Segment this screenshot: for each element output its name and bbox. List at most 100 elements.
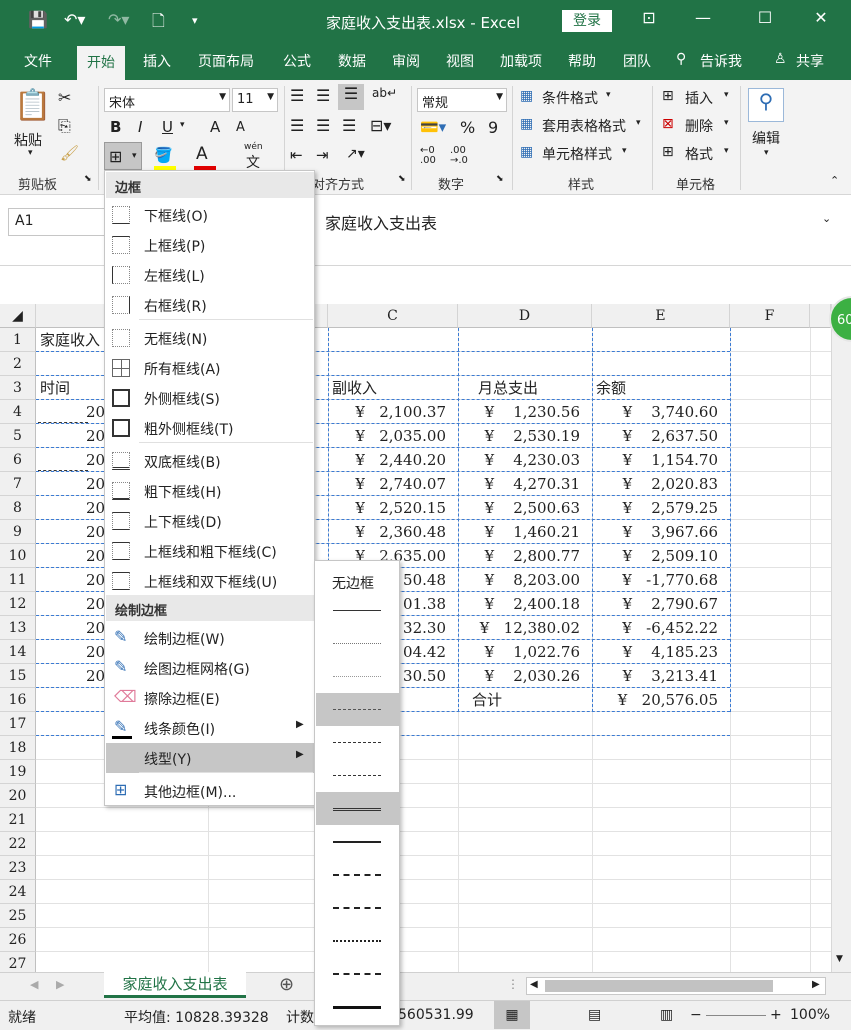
align-top-icon[interactable]: ☰ (290, 86, 304, 105)
row-header[interactable]: 21 (0, 808, 36, 832)
scroll-left-icon[interactable]: ◀ (530, 979, 538, 990)
scroll-down-icon[interactable]: ▼ (836, 954, 843, 964)
border-menu-item[interactable]: 双底框线(B) (106, 446, 314, 476)
zoom-out-icon[interactable]: − (690, 1007, 702, 1023)
decrease-indent-icon[interactable]: ⇤ (290, 146, 303, 164)
line-style-option[interactable] (316, 825, 399, 858)
format-painter-icon[interactable]: 🖌 (60, 144, 79, 162)
font-name-select[interactable]: 宋体 ▼ (104, 88, 230, 112)
align-left-icon[interactable]: ☰ (290, 116, 304, 135)
cell-a[interactable]: 20 (86, 496, 106, 520)
cell-e16[interactable]: ¥ 20,576.05 (604, 688, 718, 712)
row-header[interactable]: 18 (0, 736, 36, 760)
tab-addins[interactable]: 加载项 (500, 51, 542, 71)
row-header[interactable]: 17 (0, 712, 36, 736)
cell-a[interactable]: 20 (86, 616, 106, 640)
border-menu-item[interactable]: 左框线(L) (106, 260, 314, 290)
chevron-down-icon[interactable]: ▾ (764, 148, 769, 158)
alignment-launcher-icon[interactable]: ⬊ (398, 174, 406, 184)
zoom-in-icon[interactable]: + (770, 1007, 782, 1023)
chevron-down-icon[interactable]: ▾ (724, 118, 729, 128)
cell-e[interactable]: ¥ 4,185.23 (600, 640, 718, 664)
grow-font-button[interactable]: A (210, 118, 220, 136)
cell-a[interactable]: 20 (86, 568, 106, 592)
paste-button[interactable]: 粘贴 (14, 130, 42, 150)
row-header[interactable]: 16 (0, 688, 36, 712)
cell-d[interactable]: ¥ 8,203.00 (466, 568, 580, 592)
align-bottom-icon[interactable]: ☰ (338, 84, 364, 110)
paste-icon[interactable]: 📋 (14, 88, 51, 123)
cell-d16[interactable]: 合计 (472, 688, 502, 712)
row-header[interactable]: 27 (0, 952, 36, 972)
tab-file[interactable]: 文件 (24, 51, 52, 71)
chevron-down-icon[interactable]: ▾ (724, 90, 729, 100)
customize-toolbar-icon[interactable]: ▾ (192, 14, 198, 27)
border-menu-item[interactable]: 右框线(R) (106, 290, 314, 320)
prev-sheet-icon[interactable]: ◀ (30, 978, 38, 991)
chevron-down-icon[interactable]: ▾ (606, 90, 611, 100)
paste-dropdown-icon[interactable]: ▾ (28, 148, 33, 158)
number-format-select[interactable]: 常规 ▼ (417, 88, 507, 112)
cell-e[interactable]: ¥ -1,770.68 (600, 568, 718, 592)
clipboard-launcher-icon[interactable]: ⬊ (84, 174, 92, 184)
cell-e[interactable]: ¥ 3,967.66 (600, 520, 718, 544)
cell-d[interactable]: ¥ 1,022.76 (466, 640, 580, 664)
border-menu-item[interactable]: 下框线(O) (106, 200, 314, 230)
cell-c[interactable]: ¥ 2,035.00 (340, 424, 446, 448)
italic-button[interactable]: I (138, 118, 142, 136)
chevron-down-icon[interactable]: ▾ (636, 118, 641, 128)
bold-button[interactable]: B (110, 118, 121, 136)
page-layout-view-icon[interactable]: ▤ (588, 1007, 601, 1023)
cell-d[interactable]: ¥ 2,800.77 (466, 544, 580, 568)
cell-a[interactable]: 20 (86, 640, 106, 664)
cell-d[interactable]: ¥ 1,230.56 (466, 400, 580, 424)
row-header[interactable]: 23 (0, 856, 36, 880)
row-header[interactable]: 12 (0, 592, 36, 616)
border-menu-item[interactable]: 上下框线(D) (106, 506, 314, 536)
line-style-option[interactable] (316, 759, 399, 792)
row-header[interactable]: 22 (0, 832, 36, 856)
wrap-text-icon[interactable]: ab↵ (372, 86, 397, 100)
conditional-format-button[interactable]: 条件格式 (542, 88, 598, 108)
draw-border-menu-item[interactable]: ✎ 绘图边框网格(G) (106, 653, 314, 683)
row-header[interactable]: 1 (0, 328, 36, 352)
tab-data[interactable]: 数据 (338, 51, 366, 71)
cell-d[interactable]: ¥ 2,400.18 (466, 592, 580, 616)
row-header[interactable]: 10 (0, 544, 36, 568)
underline-dropdown-icon[interactable]: ▾ (180, 120, 185, 130)
horizontal-scrollbar[interactable]: ◀ ▶ (526, 977, 826, 995)
search-icon[interactable]: ⚲ (748, 88, 784, 122)
percent-style-button[interactable]: % (460, 118, 475, 137)
cell-e[interactable]: ¥ 2,509.10 (600, 544, 718, 568)
border-menu-item[interactable]: 无框线(N) (106, 323, 314, 353)
border-menu-item[interactable]: 粗下框线(H) (106, 476, 314, 506)
redo-icon[interactable]: ↷▾ (108, 10, 129, 29)
line-style-none[interactable]: 无边框 (332, 573, 374, 593)
cell-e[interactable]: ¥ 2,637.50 (600, 424, 718, 448)
cell-a[interactable]: 20 (86, 448, 106, 472)
align-center-icon[interactable]: ☰ (316, 116, 330, 135)
cell-a[interactable]: 20 (86, 424, 106, 448)
cell-a[interactable]: 20 (86, 520, 106, 544)
increase-decimal-icon[interactable]: ←0.00 (420, 146, 436, 166)
save-icon[interactable]: 💾 (28, 10, 48, 29)
collapse-ribbon-icon[interactable]: ⌃ (830, 174, 839, 187)
fill-color-icon[interactable]: 🪣 (154, 146, 173, 164)
cell-e[interactable]: ¥ -6,452.22 (600, 616, 718, 640)
formula-input[interactable]: 家庭收入支出表 (325, 210, 437, 234)
scroll-right-icon[interactable]: ▶ (812, 979, 820, 990)
line-style-option[interactable] (316, 891, 399, 924)
format-as-table-button[interactable]: 套用表格格式 (542, 116, 626, 136)
cell-a[interactable]: 20 (86, 544, 106, 568)
chevron-down-icon[interactable]: ▾ (724, 146, 729, 156)
accounting-format-icon[interactable]: 💳▾ (420, 118, 446, 136)
undo-icon[interactable]: ↶▾ (64, 10, 85, 29)
tab-view[interactable]: 视图 (446, 51, 474, 71)
shrink-font-button[interactable]: A (236, 120, 245, 135)
chevron-down-icon[interactable]: ▾ (622, 146, 627, 156)
cell-e[interactable]: ¥ 2,790.67 (600, 592, 718, 616)
tab-team[interactable]: 团队 (623, 51, 651, 71)
cut-icon[interactable]: ✂ (58, 88, 71, 107)
tab-home[interactable]: 开始 (77, 46, 125, 81)
cell-c[interactable]: ¥ 2,360.48 (340, 520, 446, 544)
